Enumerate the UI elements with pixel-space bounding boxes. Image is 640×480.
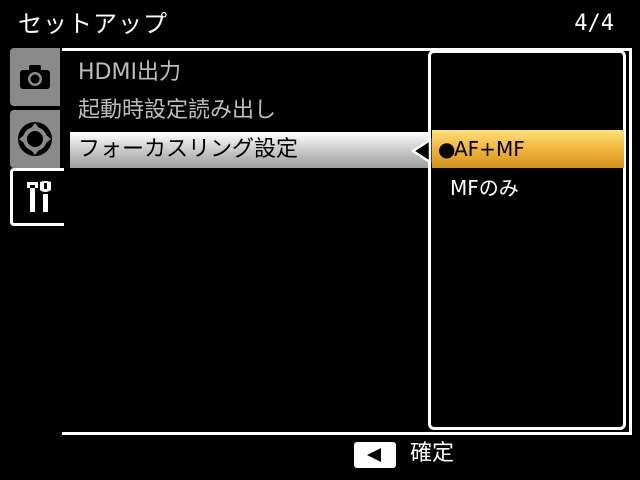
menu-item-focus-ring-setting[interactable]: フォーカスリング設定 bbox=[70, 132, 430, 168]
menu-item-startup-settings-recall[interactable]: 起動時設定読み出し bbox=[78, 96, 276, 126]
screen-title: セットアップ bbox=[18, 10, 168, 38]
menu-item-hdmi-output[interactable]: HDMI出力 bbox=[78, 58, 181, 88]
selected-bullet-icon: ● bbox=[438, 137, 456, 161]
tab-playback[interactable] bbox=[10, 110, 60, 168]
left-key-icon bbox=[354, 442, 396, 468]
menu-item-label: フォーカスリング設定 bbox=[78, 137, 299, 162]
option-af-mf[interactable]: ● AF+MF bbox=[432, 130, 624, 168]
setup-wrench-icon bbox=[26, 181, 51, 212]
frame-divider bbox=[62, 432, 632, 435]
page-indicator: 4/4 bbox=[574, 11, 614, 36]
tab-camera[interactable] bbox=[10, 48, 60, 106]
option-label: AF+MF bbox=[454, 137, 525, 161]
option-mf-only[interactable]: MFのみ bbox=[450, 174, 519, 202]
submenu-box bbox=[428, 50, 626, 430]
dpad-icon bbox=[18, 122, 52, 156]
tab-setup[interactable] bbox=[10, 168, 64, 226]
camera-icon bbox=[20, 65, 50, 89]
confirm-hint: 確定 bbox=[410, 441, 455, 466]
chevron-left-icon bbox=[410, 138, 432, 164]
